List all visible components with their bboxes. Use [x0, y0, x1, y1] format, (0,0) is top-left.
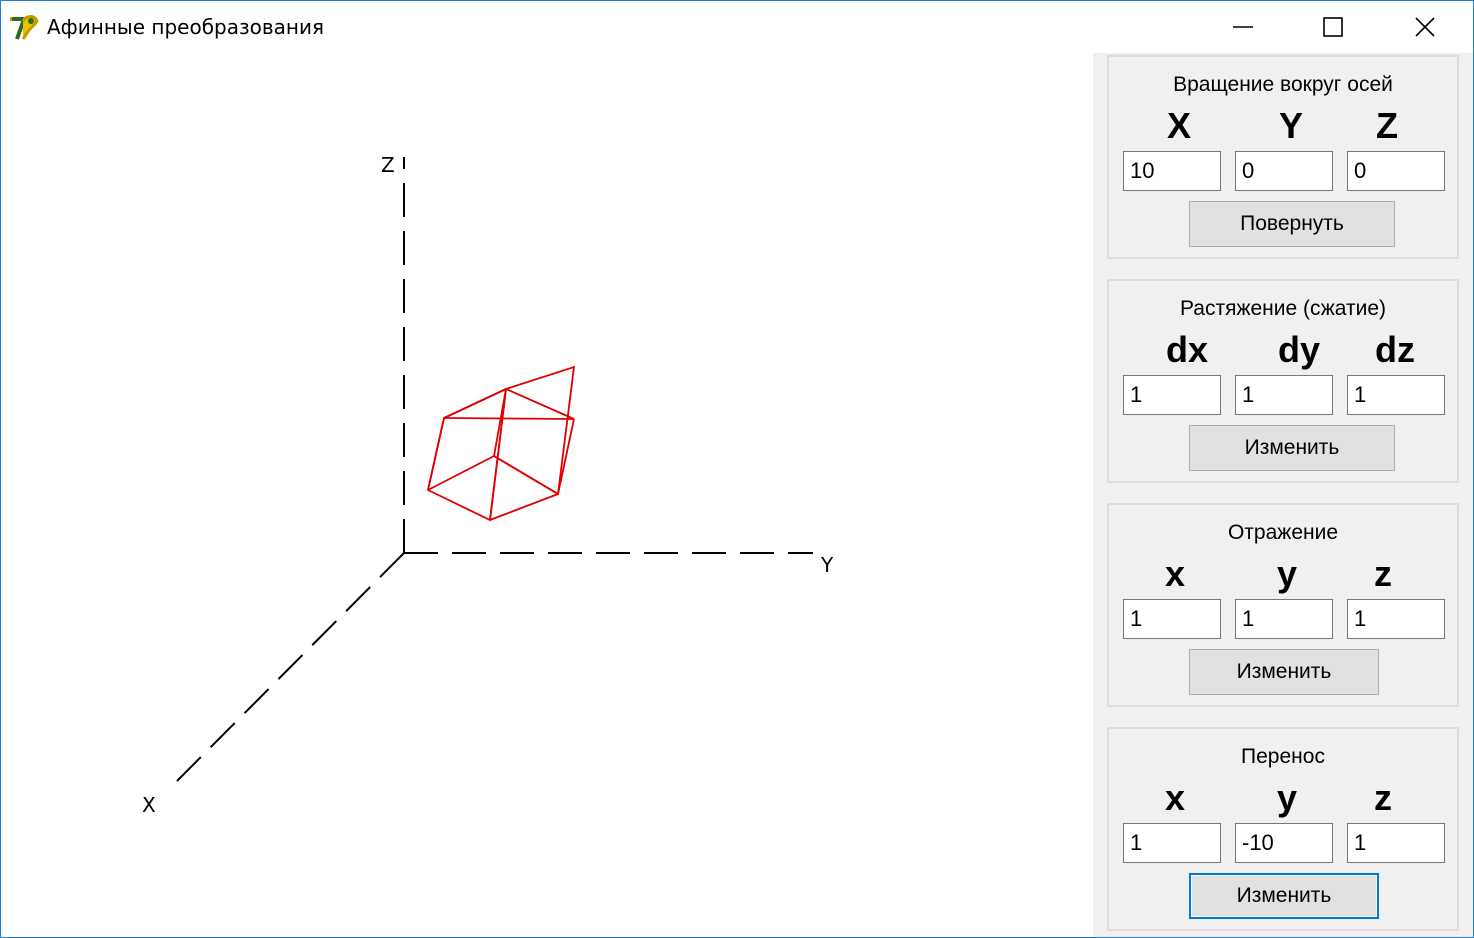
translation-group: Перенос x y z Изменить [1107, 727, 1459, 931]
translation-z-input[interactable] [1347, 823, 1445, 863]
maximize-button[interactable] [1287, 1, 1379, 53]
rotation-z-input[interactable] [1347, 151, 1445, 191]
rotation-title: Вращение вокруг осей [1173, 73, 1393, 96]
reflection-title: Отражение [1227, 521, 1339, 544]
maximize-icon [1323, 17, 1343, 37]
translate-apply-button[interactable]: Изменить [1189, 873, 1379, 919]
reflection-x-label: x [1164, 553, 1186, 594]
reflection-group: Отражение x y z Изменить [1107, 503, 1459, 707]
scaling-dz-input[interactable] [1347, 375, 1445, 415]
rotation-z-label: Z [1376, 105, 1398, 146]
scaling-dy-label: dy [1277, 329, 1320, 370]
rotation-group: Вращение вокруг осей X Y Z Повернуть [1107, 55, 1459, 259]
reflect-apply-button[interactable]: Изменить [1189, 649, 1379, 695]
z-axis-label: Z [381, 153, 395, 177]
rotation-y-label: Y [1278, 105, 1303, 146]
y-axis-label: Y [821, 553, 834, 577]
translation-title: Перенос [1241, 745, 1325, 768]
scale-apply-button[interactable]: Изменить [1189, 425, 1395, 471]
close-icon [1415, 17, 1435, 37]
close-button[interactable] [1379, 1, 1471, 53]
reflection-y-input[interactable] [1235, 599, 1333, 639]
x-axis-label: X [142, 793, 156, 817]
scaling-dy-input[interactable] [1235, 375, 1333, 415]
minimize-icon [1233, 26, 1253, 28]
rotate-button[interactable]: Повернуть [1189, 201, 1395, 247]
scene-svg [176, 157, 813, 782]
reflection-y-label: y [1276, 553, 1298, 594]
control-panel: Вращение вокруг осей X Y Z Повернуть Рас… [1093, 53, 1473, 937]
title-bar[interactable]: Афинные преобразования [1, 1, 1473, 53]
app-window: Афинные преобразования Z Y X Вращение во… [0, 0, 1474, 938]
translation-y-input[interactable] [1235, 823, 1333, 863]
translation-z-label: z [1374, 777, 1392, 818]
rotation-x-input[interactable] [1123, 151, 1221, 191]
scaling-title: Растяжение (сжатие) [1179, 297, 1387, 320]
translation-y-label: y [1276, 777, 1298, 818]
drawing-canvas: Z Y X [1, 53, 1093, 937]
translation-x-input[interactable] [1123, 823, 1221, 863]
minimize-button[interactable] [1197, 1, 1289, 53]
translation-x-label: x [1164, 777, 1186, 818]
reflection-x-input[interactable] [1123, 599, 1221, 639]
reflection-z-label: z [1374, 553, 1392, 594]
x-axis-line [176, 552, 405, 782]
rotation-y-input[interactable] [1235, 151, 1333, 191]
scaling-dx-label: dx [1165, 329, 1208, 370]
reflection-z-input[interactable] [1347, 599, 1445, 639]
cube-wireframe [426, 365, 576, 522]
scaling-group: Растяжение (сжатие) dx dy dz Изменить [1107, 279, 1459, 483]
scaling-dx-input[interactable] [1123, 375, 1221, 415]
window-title: Афинные преобразования [47, 15, 325, 39]
app-logo-icon [10, 15, 39, 40]
rotation-x-label: X [1166, 105, 1191, 146]
scaling-dz-label: dz [1375, 329, 1415, 370]
